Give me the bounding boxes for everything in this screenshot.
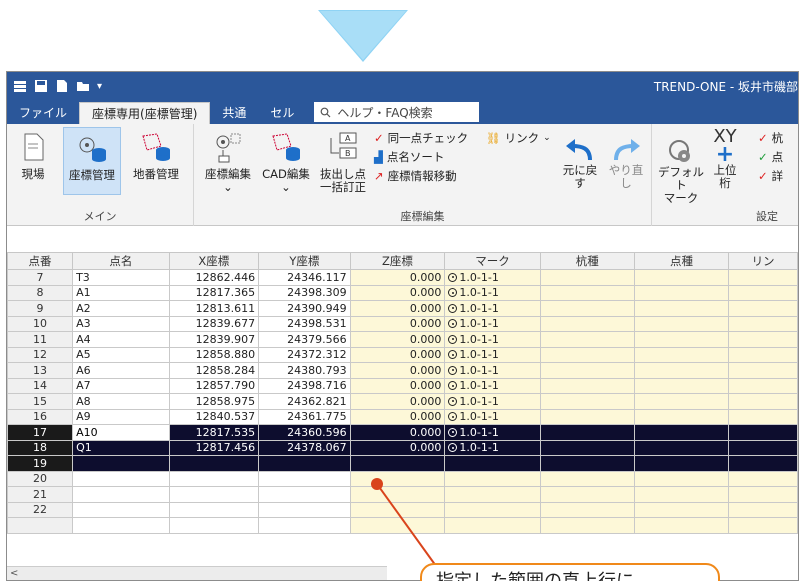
- annotation-callout: 指定した範囲の直上行に: [420, 563, 720, 581]
- callout-anchor-dot: [371, 478, 383, 490]
- screenshot-stage: ▾ TREND-ONE - 坂井市磯部 ファイル 座標専用(座標管理) 共通 セ…: [0, 0, 799, 581]
- callout-leader-line: [376, 483, 437, 567]
- callout-text: 指定した範囲の直上行に: [436, 571, 634, 581]
